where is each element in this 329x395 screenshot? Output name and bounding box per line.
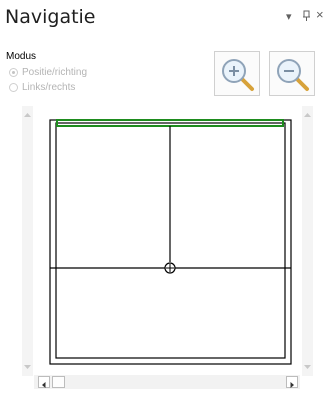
zoom-out-button[interactable]	[269, 51, 315, 96]
scroll-left-icon	[42, 382, 46, 388]
zoom-in-button[interactable]	[214, 51, 260, 96]
panel-title-bar: Navigatie ▾ ×	[0, 0, 329, 36]
chevron-down-icon[interactable]: ▾	[286, 10, 292, 24]
scroll-up-icon[interactable]	[22, 110, 33, 120]
scroll-down-icon[interactable]	[302, 362, 313, 372]
radio-dot-icon	[9, 83, 18, 92]
scroll-down-icon[interactable]	[22, 362, 33, 372]
panel-title: Navigatie	[5, 6, 96, 28]
scroll-right-button[interactable]	[286, 376, 298, 388]
scroll-up-icon[interactable]	[302, 110, 313, 120]
radio-label: Positie/richting	[22, 67, 88, 78]
navigation-canvas[interactable]	[36, 111, 300, 376]
modus-label: Modus	[6, 51, 37, 62]
radio-label: Links/rechts	[22, 82, 76, 93]
horizontal-scrollbar[interactable]	[34, 375, 300, 389]
navigation-view[interactable]	[36, 111, 300, 376]
left-vertical-scrollbar[interactable]	[22, 106, 33, 376]
pin-icon[interactable]	[302, 10, 311, 26]
zoom-out-icon	[277, 59, 309, 91]
radio-dot-icon	[9, 68, 18, 77]
zoom-in-icon	[222, 59, 254, 91]
close-icon[interactable]: ×	[316, 8, 324, 22]
scroll-right-icon	[290, 382, 294, 388]
horizontal-scroll-thumb[interactable]	[52, 376, 65, 388]
radio-positie-richting[interactable]: Positie/richting	[9, 67, 87, 78]
radio-links-rechts[interactable]: Links/rechts	[9, 82, 75, 93]
right-vertical-scrollbar[interactable]	[302, 106, 313, 376]
scroll-left-button[interactable]	[38, 376, 50, 388]
